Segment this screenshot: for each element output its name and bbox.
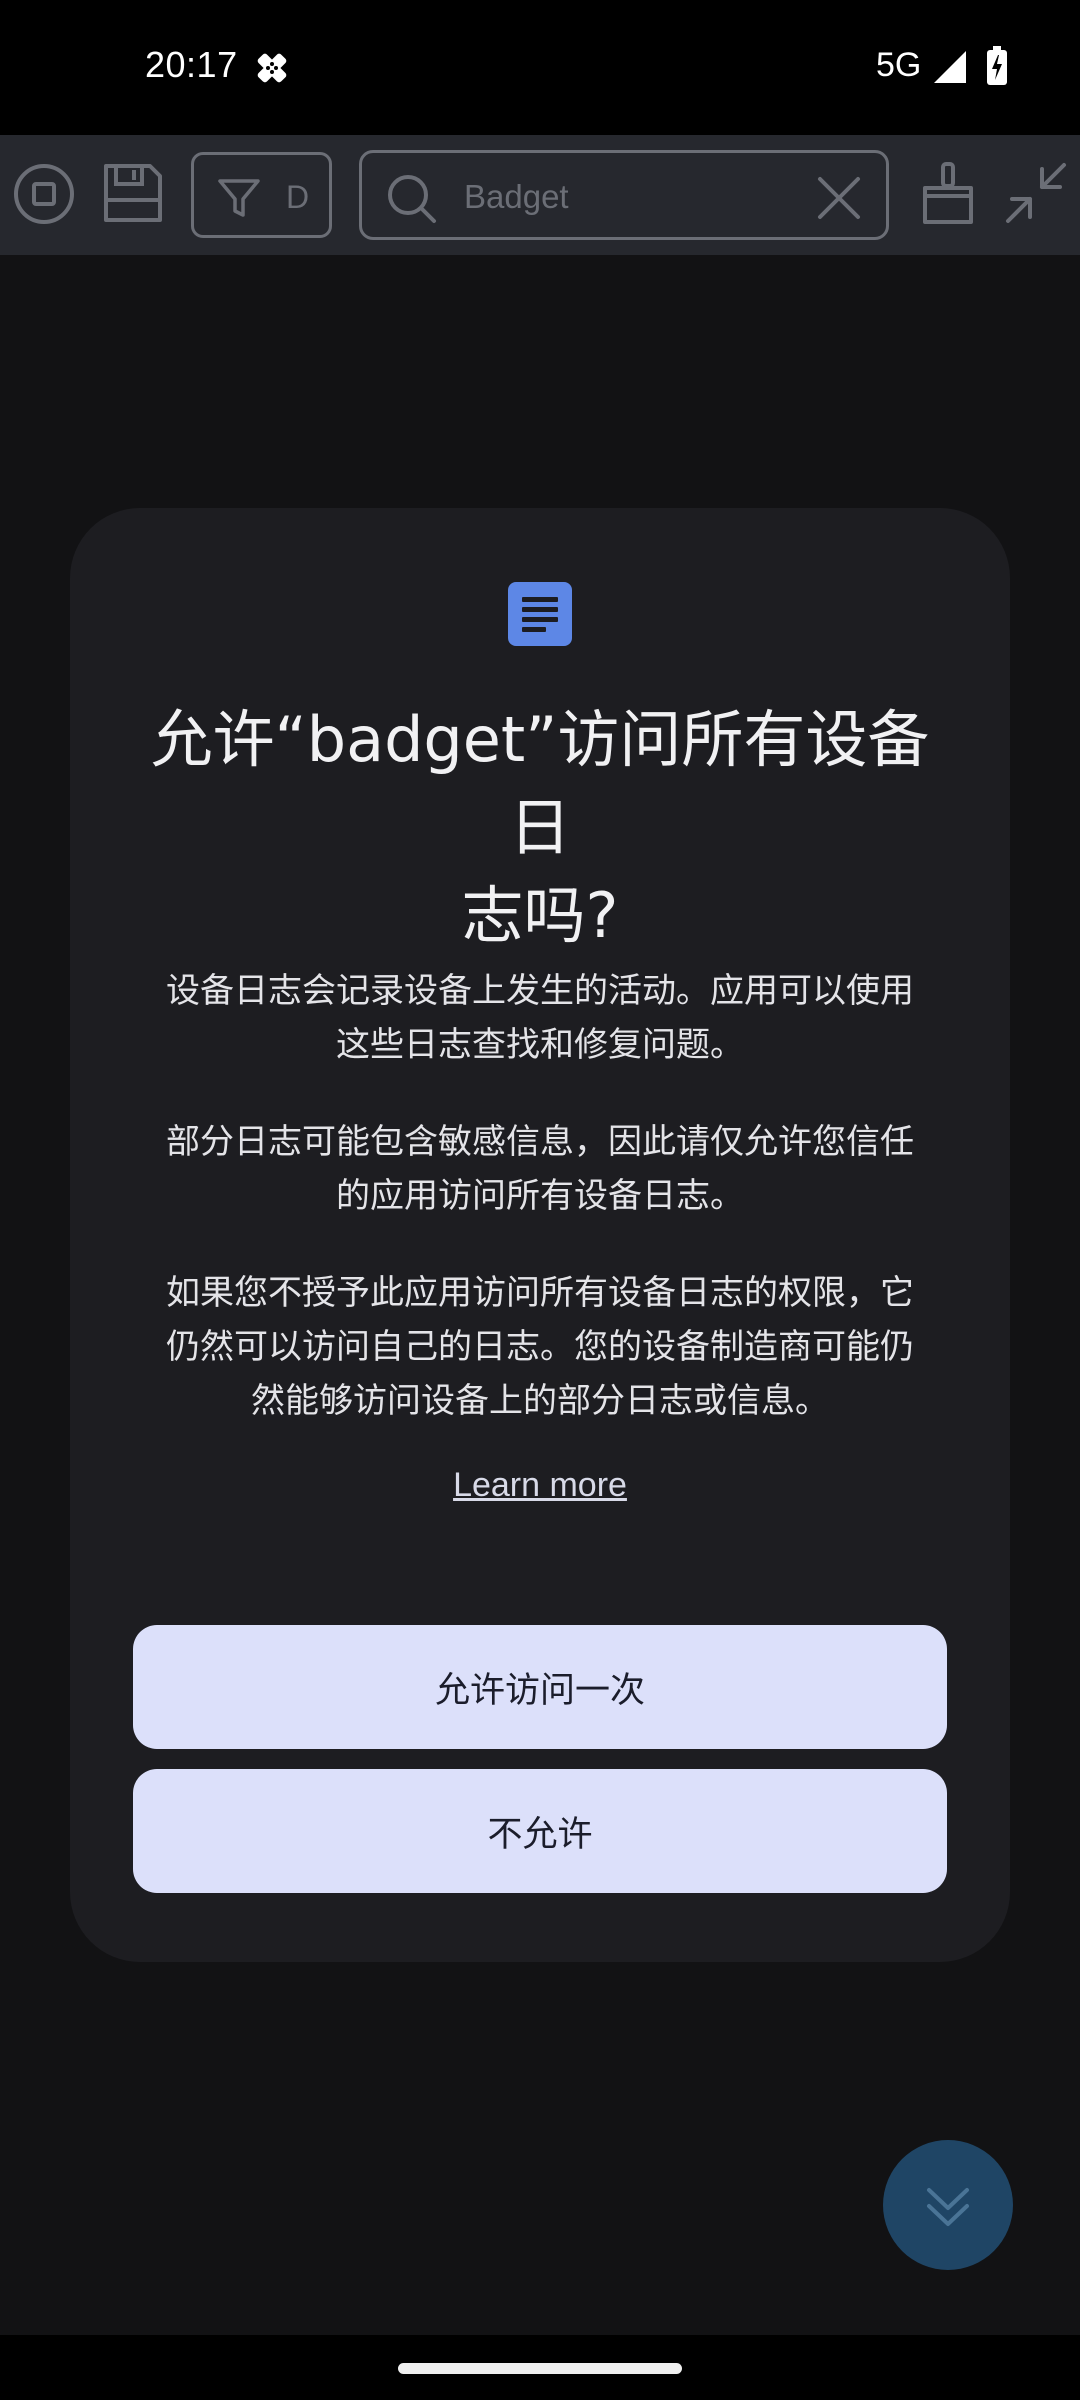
log-access-dialog: 允许“badget”访问所有设备日 志吗? 设备日志会记录设备上发生的活动。应用… — [70, 508, 1010, 1962]
document-icon — [508, 582, 572, 646]
dialog-paragraph-2: 部分日志可能包含敏感信息，因此请仅允许您信任 的应用访问所有设备日志。 — [166, 1122, 914, 1216]
collapse-icon[interactable] — [1002, 159, 1070, 227]
filter-button[interactable]: D — [191, 152, 332, 238]
search-input[interactable] — [462, 173, 762, 221]
navigation-bar — [0, 2335, 1080, 2400]
dialog-paragraph-3: 如果您不授予此应用访问所有设备日志的权限，它 仍然可以访问自己的日志。您的设备制… — [166, 1273, 914, 1421]
close-icon[interactable] — [814, 173, 864, 223]
status-bar: 20:17 5G — [0, 0, 1080, 135]
battery-charging-icon — [987, 46, 1007, 85]
scroll-to-bottom-button[interactable] — [883, 2140, 1013, 2270]
search-box — [359, 150, 889, 240]
double-chevron-down-icon — [927, 2188, 969, 2226]
filter-icon — [218, 179, 260, 217]
learn-more-link[interactable]: Learn more — [70, 1466, 1010, 1505]
cross-badge-icon — [257, 53, 287, 83]
status-time: 20:17 — [145, 44, 238, 85]
filter-level-label: D — [286, 179, 310, 215]
home-gesture-handle[interactable] — [398, 2363, 682, 2374]
log-toolbar: D — [0, 135, 1080, 255]
network-type: 5G — [876, 46, 922, 84]
allow-once-button[interactable]: 允许访问一次 — [133, 1625, 947, 1749]
save-icon[interactable] — [100, 160, 166, 226]
deny-button[interactable]: 不允许 — [133, 1769, 947, 1893]
signal-icon — [934, 51, 966, 83]
dialog-title: 允许“badget”访问所有设备日 志吗? — [150, 703, 930, 952]
search-icon — [388, 175, 436, 223]
broom-icon[interactable] — [915, 160, 981, 226]
stop-icon[interactable] — [12, 162, 76, 226]
dialog-paragraph-1: 设备日志会记录设备上发生的活动。应用可以使用 这些日志查找和修复问题。 — [166, 971, 914, 1065]
